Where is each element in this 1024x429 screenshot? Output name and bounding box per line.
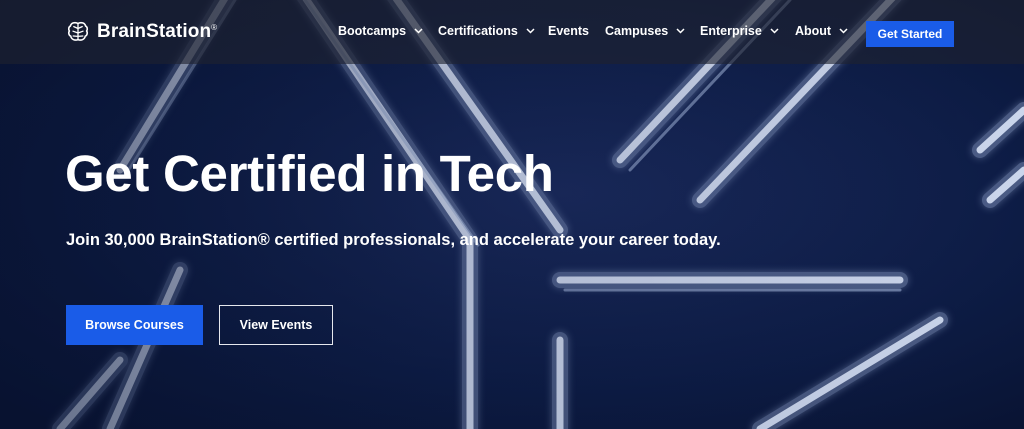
chevron-down-icon [526,28,535,34]
browse-courses-button[interactable]: Browse Courses [66,305,203,345]
nav-item-label: Enterprise [700,24,762,38]
brand-logo[interactable]: BrainStation® [66,20,217,44]
chevron-down-icon [770,28,779,34]
chevron-down-icon [839,28,848,34]
get-started-button[interactable]: Get Started [866,21,954,47]
nav-item-campuses[interactable]: Campuses [605,24,685,38]
chevron-down-icon [676,28,685,34]
brain-icon [67,21,89,41]
view-events-button[interactable]: View Events [219,305,333,345]
nav-item-label: About [795,24,832,38]
nav-item-label: Certifications [438,24,518,38]
nav-item-label: Bootcamps [338,24,407,38]
nav-item-events[interactable]: Events [548,24,589,38]
site-header: BrainStation® Bootcamps Certifications E… [0,0,1024,64]
hero-background-image [0,0,1024,429]
nav-item-enterprise[interactable]: Enterprise [700,24,779,38]
nav-item-certifications[interactable]: Certifications [438,24,535,38]
hero-subtitle: Join 30,000 BrainStation® certified prof… [66,231,721,249]
nav-item-about[interactable]: About [795,24,848,38]
chevron-down-icon [414,28,423,34]
brand-name: BrainStation® [97,21,218,42]
nav-item-label: Events [548,24,589,38]
hero-title: Get Certified in Tech [65,145,554,202]
nav-item-label: Campuses [605,24,669,38]
nav-item-bootcamps[interactable]: Bootcamps [338,24,423,38]
